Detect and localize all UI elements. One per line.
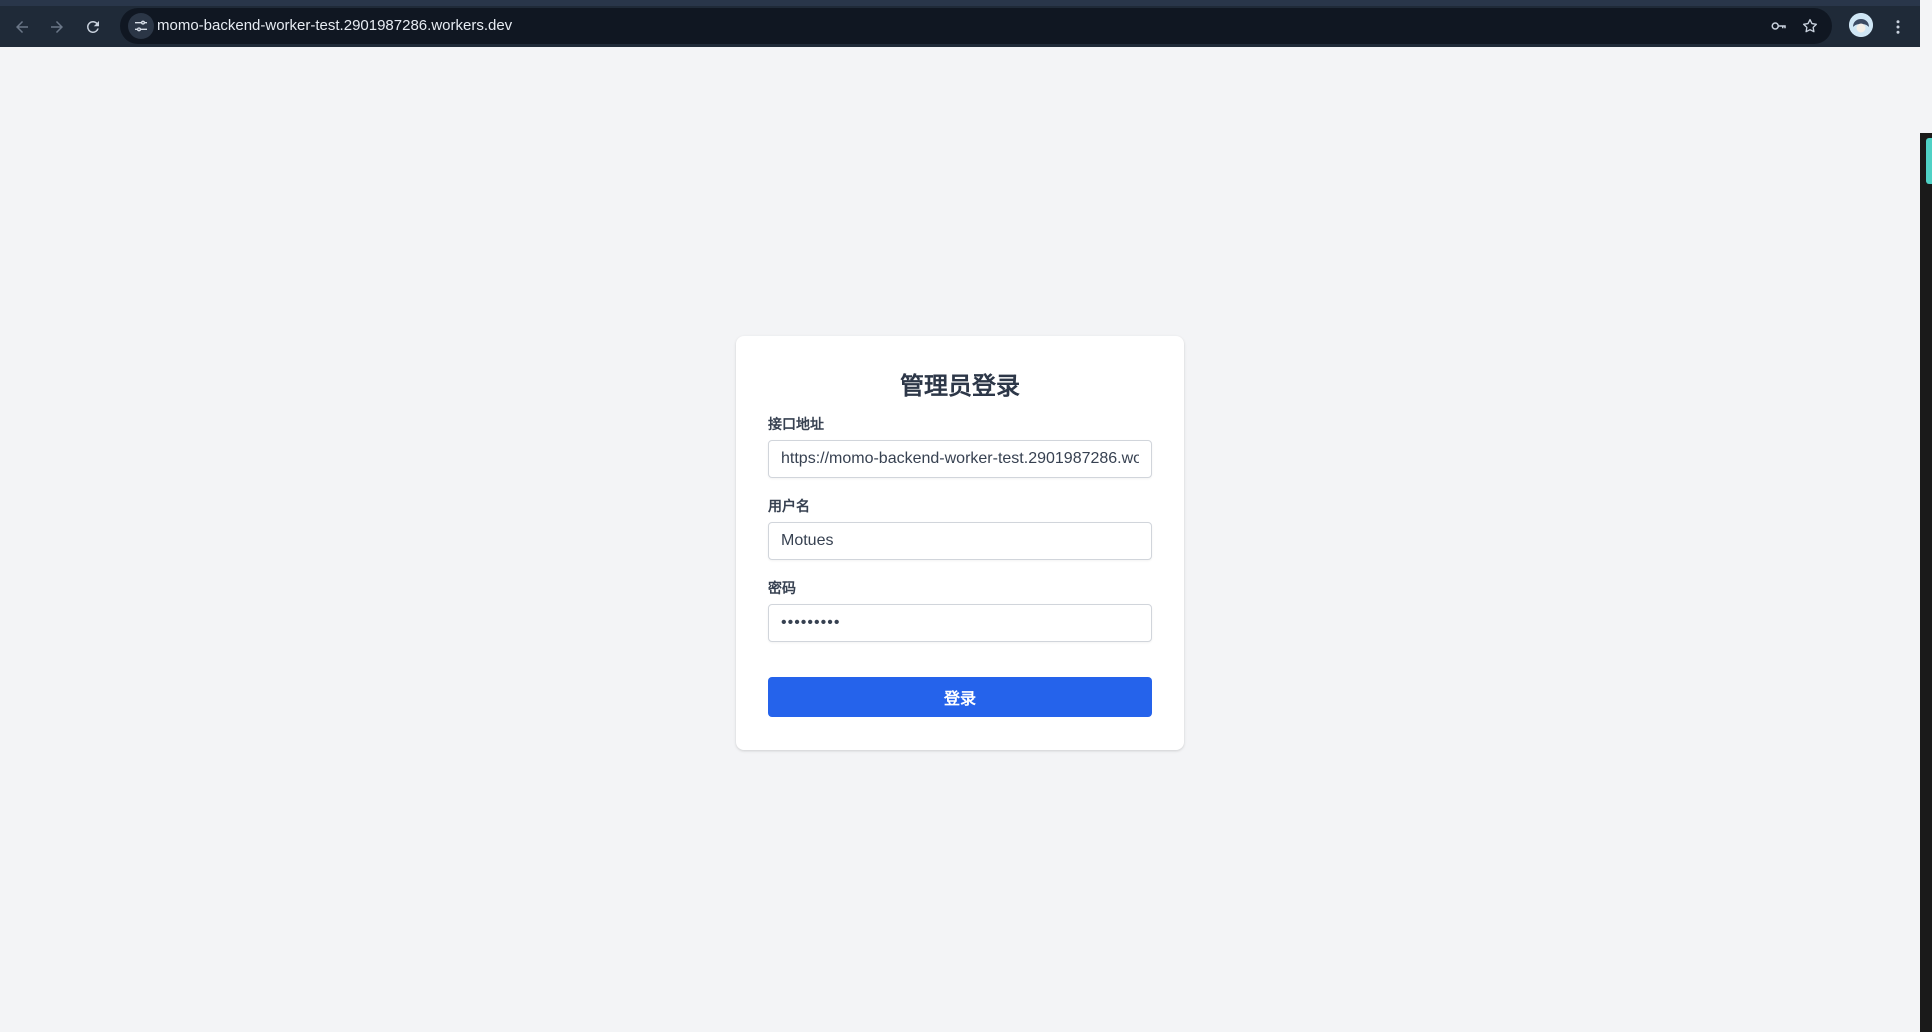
browser-toolbar: momo-backend-worker-test.2901987286.work… <box>0 0 1920 47</box>
page-title: 管理员登录 <box>900 373 1020 400</box>
bookmark-button[interactable] <box>1799 15 1821 37</box>
api-url-label: 接口地址 <box>768 416 824 432</box>
password-key-button[interactable] <box>1768 15 1790 37</box>
more-vert-icon <box>1896 20 1900 34</box>
arrow-right-icon <box>51 21 63 33</box>
reload-button[interactable] <box>77 11 109 43</box>
forward-button[interactable] <box>41 11 73 43</box>
browser-window: momo-backend-worker-test.2901987286.work… <box>0 0 1920 1032</box>
url-text[interactable]: momo-backend-worker-test.2901987286.work… <box>157 17 512 34</box>
address-bar[interactable]: momo-backend-worker-test.2901987286.work… <box>120 8 1832 44</box>
avatar[interactable] <box>1849 13 1873 37</box>
login-button[interactable]: 登录 <box>768 677 1152 717</box>
star-icon <box>1802 18 1818 33</box>
back-button[interactable] <box>6 11 38 43</box>
site-info-button[interactable] <box>128 13 154 39</box>
login-card: 管理员登录 接口地址 用户名 密码 登录 <box>736 336 1184 750</box>
tune-icon <box>135 20 147 32</box>
menu-button[interactable] <box>1884 11 1912 43</box>
username-input[interactable] <box>768 522 1152 560</box>
page-viewport: 管理员登录 接口地址 用户名 密码 登录 <box>0 47 1920 1032</box>
reload-icon <box>86 20 99 33</box>
side-panel-accent <box>1926 138 1932 184</box>
side-panel-edge <box>1920 133 1932 1032</box>
password-input[interactable] <box>768 604 1152 642</box>
profile-avatar-icon <box>1849 13 1873 37</box>
arrow-left-icon <box>16 21 28 33</box>
password-label: 密码 <box>768 580 796 596</box>
api-url-input[interactable] <box>768 440 1152 478</box>
key-icon <box>1771 22 1786 30</box>
username-label: 用户名 <box>768 498 810 514</box>
